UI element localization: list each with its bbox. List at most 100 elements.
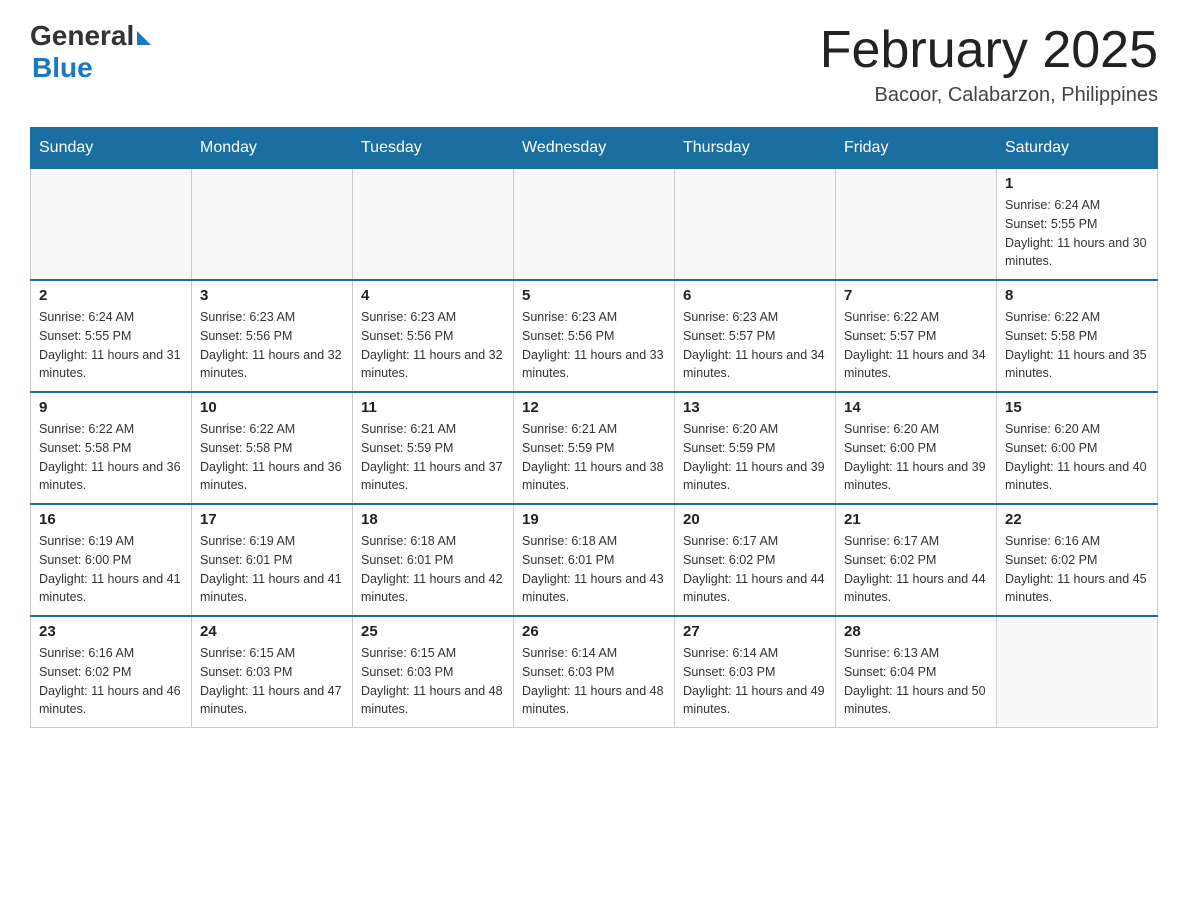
day-info: Sunrise: 6:23 AM Sunset: 5:56 PM Dayligh… bbox=[522, 308, 666, 383]
calendar-cell: 21 Sunrise: 6:17 AM Sunset: 6:02 PM Dayli… bbox=[836, 504, 997, 616]
calendar-cell: 10 Sunrise: 6:22 AM Sunset: 5:58 PM Dayli… bbox=[192, 392, 353, 504]
day-info: Sunrise: 6:22 AM Sunset: 5:58 PM Dayligh… bbox=[200, 420, 344, 495]
day-number: 7 bbox=[844, 287, 988, 304]
calendar-cell: 9 Sunrise: 6:22 AM Sunset: 5:58 PM Daylig… bbox=[31, 392, 192, 504]
calendar-cell bbox=[675, 168, 836, 280]
day-info: Sunrise: 6:22 AM Sunset: 5:58 PM Dayligh… bbox=[1005, 308, 1149, 383]
day-number: 27 bbox=[683, 623, 827, 640]
calendar-week-row: 23 Sunrise: 6:16 AM Sunset: 6:02 PM Dayli… bbox=[31, 616, 1158, 728]
day-number: 6 bbox=[683, 287, 827, 304]
day-info: Sunrise: 6:21 AM Sunset: 5:59 PM Dayligh… bbox=[361, 420, 505, 495]
day-info: Sunrise: 6:20 AM Sunset: 5:59 PM Dayligh… bbox=[683, 420, 827, 495]
day-info: Sunrise: 6:17 AM Sunset: 6:02 PM Dayligh… bbox=[683, 532, 827, 607]
calendar-cell: 25 Sunrise: 6:15 AM Sunset: 6:03 PM Dayli… bbox=[353, 616, 514, 728]
day-info: Sunrise: 6:22 AM Sunset: 5:57 PM Dayligh… bbox=[844, 308, 988, 383]
month-title: February 2025 bbox=[820, 20, 1158, 80]
day-number: 24 bbox=[200, 623, 344, 640]
day-number: 13 bbox=[683, 399, 827, 416]
day-number: 26 bbox=[522, 623, 666, 640]
day-info: Sunrise: 6:20 AM Sunset: 6:00 PM Dayligh… bbox=[1005, 420, 1149, 495]
calendar-cell: 16 Sunrise: 6:19 AM Sunset: 6:00 PM Dayli… bbox=[31, 504, 192, 616]
calendar-cell: 14Sunrise: 6:20 AM Sunset: 6:00 PM Dayli… bbox=[836, 392, 997, 504]
day-info: Sunrise: 6:16 AM Sunset: 6:02 PM Dayligh… bbox=[1005, 532, 1149, 607]
day-number: 19 bbox=[522, 511, 666, 528]
day-number: 25 bbox=[361, 623, 505, 640]
day-info: Sunrise: 6:23 AM Sunset: 5:56 PM Dayligh… bbox=[200, 308, 344, 383]
day-number: 9 bbox=[39, 399, 183, 416]
day-number: 20 bbox=[683, 511, 827, 528]
day-info: Sunrise: 6:23 AM Sunset: 5:56 PM Dayligh… bbox=[361, 308, 505, 383]
day-number: 15 bbox=[1005, 399, 1149, 416]
calendar-cell: 11 Sunrise: 6:21 AM Sunset: 5:59 PM Dayli… bbox=[353, 392, 514, 504]
day-number: 10 bbox=[200, 399, 344, 416]
day-info: Sunrise: 6:17 AM Sunset: 6:02 PM Dayligh… bbox=[844, 532, 988, 607]
calendar-cell: 20 Sunrise: 6:17 AM Sunset: 6:02 PM Dayli… bbox=[675, 504, 836, 616]
day-number: 17 bbox=[200, 511, 344, 528]
calendar-header-thursday: Thursday bbox=[675, 128, 836, 168]
day-number: 1 bbox=[1005, 175, 1149, 192]
calendar-cell bbox=[31, 168, 192, 280]
day-number: 22 bbox=[1005, 511, 1149, 528]
calendar-header-friday: Friday bbox=[836, 128, 997, 168]
calendar-header-row: SundayMondayTuesdayWednesdayThursdayFrid… bbox=[31, 128, 1158, 168]
calendar-cell: 19 Sunrise: 6:18 AM Sunset: 6:01 PM Dayli… bbox=[514, 504, 675, 616]
day-info: Sunrise: 6:18 AM Sunset: 6:01 PM Dayligh… bbox=[361, 532, 505, 607]
calendar-cell: 4Sunrise: 6:23 AM Sunset: 5:56 PM Daylig… bbox=[353, 280, 514, 392]
calendar-cell: 6 Sunrise: 6:23 AM Sunset: 5:57 PM Daylig… bbox=[675, 280, 836, 392]
day-number: 16 bbox=[39, 511, 183, 528]
day-info: Sunrise: 6:18 AM Sunset: 6:01 PM Dayligh… bbox=[522, 532, 666, 607]
calendar-header-wednesday: Wednesday bbox=[514, 128, 675, 168]
calendar-cell: 13 Sunrise: 6:20 AM Sunset: 5:59 PM Dayli… bbox=[675, 392, 836, 504]
day-info: Sunrise: 6:24 AM Sunset: 5:55 PM Dayligh… bbox=[1005, 196, 1149, 271]
day-info: Sunrise: 6:16 AM Sunset: 6:02 PM Dayligh… bbox=[39, 644, 183, 719]
day-info: Sunrise: 6:15 AM Sunset: 6:03 PM Dayligh… bbox=[361, 644, 505, 719]
day-number: 3 bbox=[200, 287, 344, 304]
day-info: Sunrise: 6:19 AM Sunset: 6:00 PM Dayligh… bbox=[39, 532, 183, 607]
calendar-cell: 1 Sunrise: 6:24 AM Sunset: 5:55 PM Daylig… bbox=[997, 168, 1158, 280]
calendar-header-sunday: Sunday bbox=[31, 128, 192, 168]
day-info: Sunrise: 6:24 AM Sunset: 5:55 PM Dayligh… bbox=[39, 308, 183, 383]
calendar-header-tuesday: Tuesday bbox=[353, 128, 514, 168]
calendar-cell: 17 Sunrise: 6:19 AM Sunset: 6:01 PM Dayli… bbox=[192, 504, 353, 616]
calendar-cell: 27Sunrise: 6:14 AM Sunset: 6:03 PM Dayli… bbox=[675, 616, 836, 728]
calendar-cell: 24 Sunrise: 6:15 AM Sunset: 6:03 PM Dayli… bbox=[192, 616, 353, 728]
calendar-cell bbox=[353, 168, 514, 280]
calendar-cell bbox=[514, 168, 675, 280]
calendar-table: SundayMondayTuesdayWednesdayThursdayFrid… bbox=[30, 127, 1158, 728]
day-number: 2 bbox=[39, 287, 183, 304]
logo: General Blue bbox=[30, 20, 151, 84]
calendar-cell: 15 Sunrise: 6:20 AM Sunset: 6:00 PM Dayli… bbox=[997, 392, 1158, 504]
day-info: Sunrise: 6:22 AM Sunset: 5:58 PM Dayligh… bbox=[39, 420, 183, 495]
calendar-cell: 8 Sunrise: 6:22 AM Sunset: 5:58 PM Daylig… bbox=[997, 280, 1158, 392]
day-info: Sunrise: 6:19 AM Sunset: 6:01 PM Dayligh… bbox=[200, 532, 344, 607]
day-number: 23 bbox=[39, 623, 183, 640]
day-number: 12 bbox=[522, 399, 666, 416]
day-number: 18 bbox=[361, 511, 505, 528]
day-number: 21 bbox=[844, 511, 988, 528]
day-number: 11 bbox=[361, 399, 505, 416]
calendar-cell: 5 Sunrise: 6:23 AM Sunset: 5:56 PM Daylig… bbox=[514, 280, 675, 392]
calendar-header-saturday: Saturday bbox=[997, 128, 1158, 168]
calendar-cell: 22 Sunrise: 6:16 AM Sunset: 6:02 PM Dayli… bbox=[997, 504, 1158, 616]
calendar-cell: 26 Sunrise: 6:14 AM Sunset: 6:03 PM Dayli… bbox=[514, 616, 675, 728]
location-text: Bacoor, Calabarzon, Philippines bbox=[820, 84, 1158, 107]
day-info: Sunrise: 6:21 AM Sunset: 5:59 PM Dayligh… bbox=[522, 420, 666, 495]
calendar-cell: 3 Sunrise: 6:23 AM Sunset: 5:56 PM Daylig… bbox=[192, 280, 353, 392]
calendar-cell: 12 Sunrise: 6:21 AM Sunset: 5:59 PM Dayli… bbox=[514, 392, 675, 504]
day-number: 28 bbox=[844, 623, 988, 640]
day-info: Sunrise: 6:14 AM Sunset: 6:03 PM Dayligh… bbox=[522, 644, 666, 719]
calendar-cell: 18 Sunrise: 6:18 AM Sunset: 6:01 PM Dayli… bbox=[353, 504, 514, 616]
day-number: 14 bbox=[844, 399, 988, 416]
calendar-cell bbox=[997, 616, 1158, 728]
page-header: General Blue February 2025 Bacoor, Calab… bbox=[30, 20, 1158, 107]
calendar-cell: 7 Sunrise: 6:22 AM Sunset: 5:57 PM Daylig… bbox=[836, 280, 997, 392]
calendar-cell bbox=[192, 168, 353, 280]
day-number: 5 bbox=[522, 287, 666, 304]
day-info: Sunrise: 6:23 AM Sunset: 5:57 PM Dayligh… bbox=[683, 308, 827, 383]
day-info: Sunrise: 6:15 AM Sunset: 6:03 PM Dayligh… bbox=[200, 644, 344, 719]
day-number: 8 bbox=[1005, 287, 1149, 304]
day-info: Sunrise: 6:13 AM Sunset: 6:04 PM Dayligh… bbox=[844, 644, 988, 719]
logo-arrow-icon bbox=[137, 31, 151, 45]
calendar-week-row: 2 Sunrise: 6:24 AM Sunset: 5:55 PM Daylig… bbox=[31, 280, 1158, 392]
calendar-week-row: 9 Sunrise: 6:22 AM Sunset: 5:58 PM Daylig… bbox=[31, 392, 1158, 504]
